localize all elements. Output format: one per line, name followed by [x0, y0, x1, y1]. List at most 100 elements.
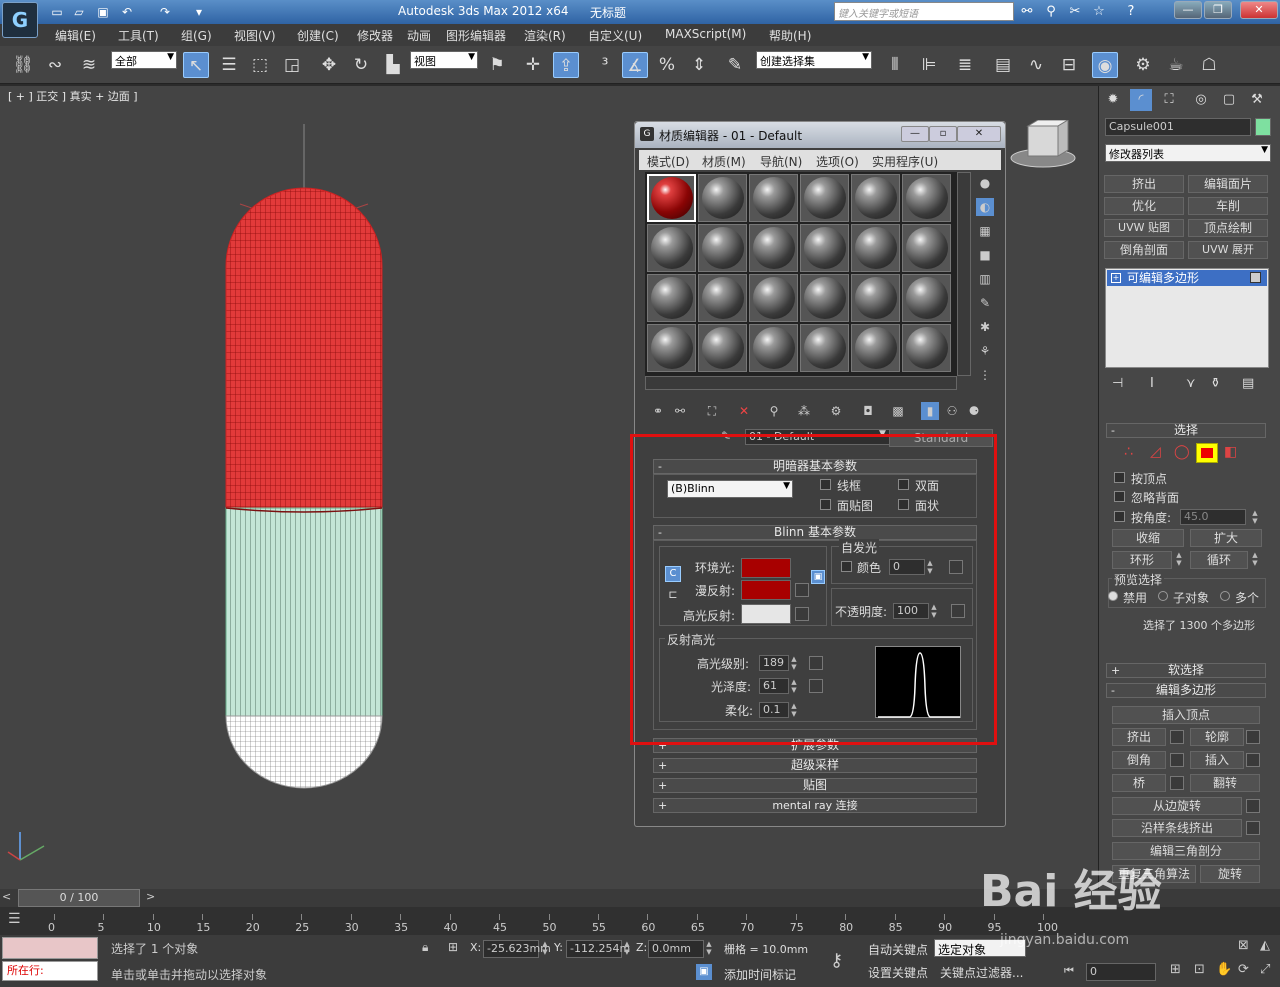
sample-slot[interactable]: [902, 274, 951, 322]
grow-button[interactable]: 扩大: [1190, 529, 1262, 547]
redo-icon[interactable]: ↷: [156, 3, 174, 21]
material-id-channel-icon[interactable]: ◘: [859, 402, 877, 420]
sample-slot[interactable]: [851, 274, 900, 322]
object-name-field[interactable]: Capsule001: [1105, 118, 1251, 136]
utilities-tab-icon[interactable]: ⚒: [1246, 89, 1268, 111]
inset-button[interactable]: 插入: [1190, 751, 1244, 769]
sample-slot[interactable]: [749, 274, 798, 322]
align-icon[interactable]: ⊫: [916, 52, 942, 78]
zoom-extents-all-icon[interactable]: ⊠: [1238, 938, 1249, 953]
element-subobject-icon[interactable]: ◧: [1224, 444, 1237, 460]
make-copy-icon[interactable]: ⚲: [765, 402, 783, 420]
modifier-button-uvw-map[interactable]: UVW 贴图: [1104, 219, 1184, 237]
help-icon[interactable]: ?: [1122, 3, 1140, 21]
select-object-icon[interactable]: ↖: [183, 52, 209, 78]
create-tab-icon[interactable]: ✹: [1102, 89, 1124, 111]
sample-slot[interactable]: [749, 174, 798, 222]
expand-icon[interactable]: +: [1111, 273, 1121, 283]
by-angle-checkbox[interactable]: [1114, 511, 1125, 522]
modifier-button-bevel-profile[interactable]: 倒角剖面: [1104, 241, 1184, 259]
unlink-icon[interactable]: ∾: [42, 52, 68, 78]
angle-spinner[interactable]: ▲ ▼: [1250, 509, 1260, 525]
extrude-spline-settings-icon[interactable]: [1246, 821, 1260, 835]
menu-animation[interactable]: 动画: [407, 27, 431, 44]
show-end-result-icon[interactable]: ▮: [921, 402, 939, 420]
shrink-button[interactable]: 收缩: [1112, 529, 1184, 547]
mental-ray-connection-rollout[interactable]: + mental ray 连接: [653, 798, 977, 813]
set-key-button[interactable]: 设置关键点: [868, 964, 928, 981]
modifier-button-optimize[interactable]: 优化: [1104, 197, 1184, 215]
sample-slot[interactable]: [800, 174, 849, 222]
show-end-result-icon[interactable]: Ⅰ: [1150, 376, 1154, 391]
quick-access-dropdown-icon[interactable]: ▾: [190, 3, 208, 21]
snap-3d-icon[interactable]: ³: [592, 52, 618, 78]
me-menu-utilities[interactable]: 实用程序(U): [872, 153, 938, 170]
binoculars-icon[interactable]: ⚯: [1018, 3, 1036, 21]
favorite-star-icon[interactable]: ☆: [1090, 3, 1108, 21]
sample-slot[interactable]: [749, 324, 798, 372]
sample-slot[interactable]: [851, 224, 900, 272]
named-selection-dropdown[interactable]: 创建选择集 ▼: [756, 51, 872, 69]
sample-slot[interactable]: [647, 174, 696, 222]
selection-filter-dropdown[interactable]: 全部 ▼: [111, 51, 177, 69]
modifier-list-dropdown[interactable]: 修改器列表 ▼: [1105, 144, 1271, 162]
save-file-icon[interactable]: ▣: [94, 3, 112, 21]
select-rotate-icon[interactable]: ↻: [348, 52, 374, 78]
field-of-view-icon[interactable]: ◭: [1260, 938, 1270, 953]
sample-slot[interactable]: [800, 324, 849, 372]
me-menu-options[interactable]: 选项(O): [816, 153, 859, 170]
absolute-transform-icon[interactable]: ⊞: [448, 940, 458, 954]
slot-vertical-scrollbar[interactable]: [957, 172, 971, 376]
loop-spinner[interactable]: ▲ ▼: [1250, 551, 1260, 567]
graphite-toolbar-icon[interactable]: ▤: [990, 52, 1016, 78]
window-crossing-icon[interactable]: ◲: [279, 52, 305, 78]
sample-slot[interactable]: [851, 324, 900, 372]
by-vertex-checkbox[interactable]: [1114, 472, 1125, 483]
select-move-icon[interactable]: ✥: [316, 52, 342, 78]
time-slider-prev-icon[interactable]: <: [2, 890, 11, 903]
get-material-icon[interactable]: ⚭: [649, 402, 667, 420]
bridge-button[interactable]: 桥: [1112, 774, 1166, 792]
bind-space-warp-icon[interactable]: ≋: [76, 52, 102, 78]
polygon-subobject-icon[interactable]: [1196, 443, 1218, 463]
sample-slot[interactable]: [698, 224, 747, 272]
sample-uv-tiling-icon[interactable]: ■: [976, 246, 994, 264]
edge-subobject-icon[interactable]: ◿: [1150, 444, 1161, 460]
pan-view-icon[interactable]: ✋: [1216, 962, 1232, 977]
turn-button[interactable]: 旋转: [1200, 865, 1260, 883]
close-button[interactable]: ✕: [957, 126, 1001, 142]
modifier-button-extrude[interactable]: 挤出: [1104, 175, 1184, 193]
connect-icon[interactable]: ✂: [1066, 3, 1084, 21]
select-scale-icon[interactable]: ▙: [380, 52, 406, 78]
menu-rendering[interactable]: 渲染(R): [524, 27, 566, 44]
loop-button[interactable]: 循环: [1190, 551, 1248, 569]
preview-multi-radio[interactable]: [1220, 591, 1230, 601]
select-by-name-icon[interactable]: ☰: [216, 52, 242, 78]
x-coordinate-field[interactable]: -25.623mm: [483, 940, 551, 958]
menu-graph-editors[interactable]: 图形编辑器: [446, 27, 506, 44]
reset-map-icon[interactable]: ✕: [735, 402, 753, 420]
maxscript-mini-listener[interactable]: [2, 937, 98, 959]
listener-line-field[interactable]: 所在行:: [2, 961, 98, 981]
zoom-extents-icon[interactable]: ⊡: [1194, 962, 1205, 977]
time-config-icon[interactable]: ⊞: [1170, 962, 1181, 977]
pivot-center-icon[interactable]: ⚑: [484, 52, 510, 78]
reference-coord-dropdown[interactable]: 视图 ▼: [410, 51, 478, 69]
sample-type-icon[interactable]: ●: [976, 174, 994, 192]
make-preview-icon[interactable]: ✎: [976, 294, 994, 312]
background-checker-icon[interactable]: ▦: [976, 222, 994, 240]
supersampling-rollout[interactable]: + 超级采样: [653, 758, 977, 773]
y-spinner[interactable]: ▲ ▼: [622, 940, 632, 956]
flip-button[interactable]: 翻转: [1190, 774, 1260, 792]
modifier-button-unwrap-uvw[interactable]: UVW 展开: [1188, 241, 1268, 259]
video-color-check-icon[interactable]: ▥: [976, 270, 994, 288]
viewcube-icon[interactable]: [1010, 119, 1076, 170]
select-by-material-icon[interactable]: ⚘: [976, 342, 994, 360]
configure-modifier-sets-icon[interactable]: ▤: [1242, 376, 1254, 391]
go-to-parent-icon[interactable]: ⚇: [943, 402, 961, 420]
layer-manager-icon[interactable]: ≣: [952, 52, 978, 78]
show-map-in-viewport-icon[interactable]: ▩: [889, 402, 907, 420]
z-spinner[interactable]: ▲ ▼: [704, 940, 714, 956]
modify-tab-icon[interactable]: ◜: [1130, 89, 1152, 111]
open-file-icon[interactable]: ▱: [70, 3, 88, 21]
